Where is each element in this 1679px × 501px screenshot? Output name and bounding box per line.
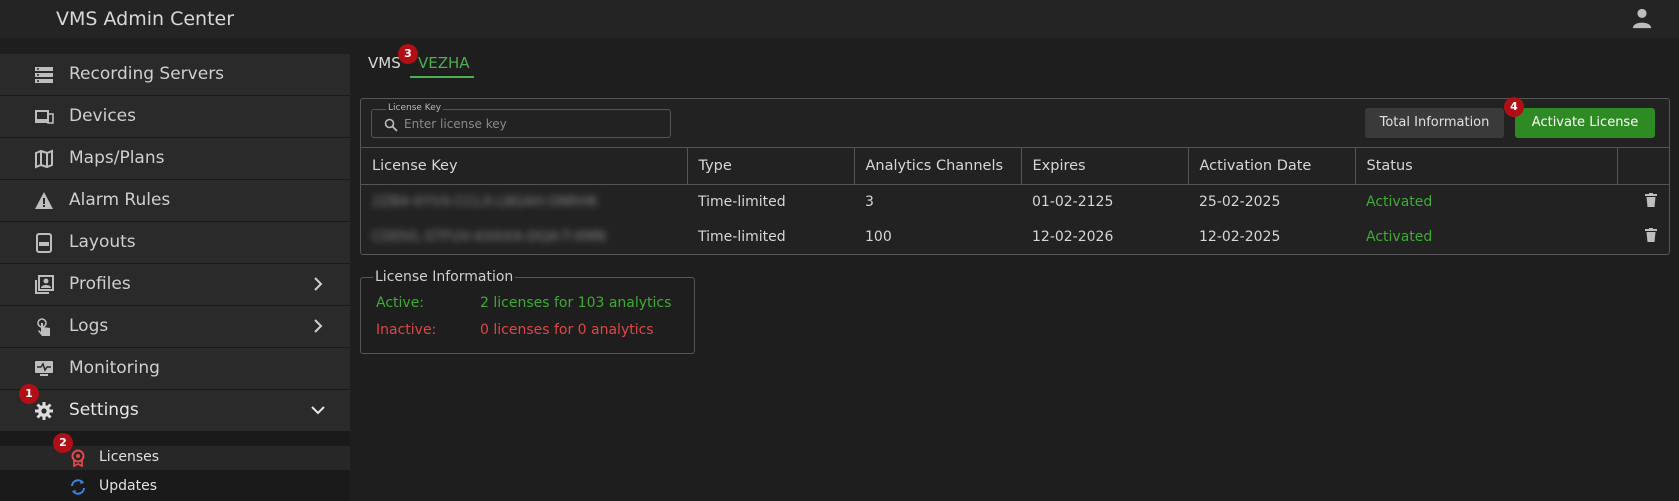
total-information-button[interactable]: Total Information	[1365, 108, 1504, 138]
search-legend: License Key	[386, 103, 444, 113]
activate-license-button[interactable]: Activate License	[1515, 108, 1655, 138]
column-header[interactable]: Expires	[1021, 147, 1189, 185]
sidebar-item-settings[interactable]: Settings	[0, 390, 350, 431]
license-key-input[interactable]	[404, 116, 654, 132]
warning-icon	[35, 192, 53, 209]
license-key-cell: 2ZB4-6YVX-CCLX-L8GAH-SNRHK	[372, 194, 598, 211]
column-header[interactable]: Activation Date	[1188, 147, 1356, 185]
channels-cell: 100	[865, 229, 892, 245]
license-information-title: License Information	[373, 269, 516, 285]
table-header-row: License Key Type Analytics Channels Expi…	[361, 147, 1669, 185]
sidebar-item-logs[interactable]: Logs	[0, 306, 350, 347]
top-bar: VMS Admin Center	[0, 0, 1679, 38]
type-cell: Time-limited	[698, 229, 786, 245]
license-panel: License Key Total Information Activate L…	[360, 98, 1670, 255]
sidebar-subitem-label: Licenses	[99, 449, 160, 465]
license-key-cell: CDDVL-STFUV-AXAXA-DQA-T-XMN	[372, 229, 606, 245]
monitor-icon	[35, 361, 53, 376]
map-icon	[35, 149, 53, 169]
tab-vms[interactable]: VMS	[368, 54, 401, 78]
sidebar-item-label: Settings	[69, 400, 139, 420]
devices-icon	[35, 110, 54, 124]
activation-date-cell: 25-02-2025	[1199, 194, 1281, 211]
status-cell: Activated	[1366, 229, 1433, 245]
actions-cell	[1617, 220, 1669, 255]
sidebar-item-label: Devices	[69, 106, 136, 126]
sidebar-subitem-licenses[interactable]: Licenses	[0, 446, 350, 470]
app-title: VMS Admin Center	[56, 8, 235, 30]
channels-cell: 3	[865, 194, 874, 211]
inactive-value: 0 licenses for 0 analytics	[480, 322, 654, 338]
server-icon	[35, 67, 53, 83]
chevron-right-icon[interactable]	[310, 276, 326, 292]
step-badge: 4	[1504, 97, 1524, 117]
user-icon[interactable]	[1631, 7, 1653, 29]
layout-icon	[36, 233, 52, 253]
license-information-box: License Information Active: 2 licenses f…	[360, 269, 695, 354]
table-row: CDDVL-STFUV-AXAXA-DQA-T-XMN Time-limited…	[361, 220, 1669, 255]
chevron-right-icon[interactable]	[310, 318, 326, 334]
sidebar-item-maps-plans[interactable]: Maps/Plans	[0, 138, 350, 179]
sidebar-item-label: Profiles	[69, 274, 131, 294]
sidebar-item-recording-servers[interactable]: Recording Servers	[0, 54, 350, 95]
chevron-down-icon[interactable]	[310, 402, 326, 418]
search-icon	[384, 118, 398, 132]
activation-date-cell: 12-02-2025	[1199, 229, 1281, 245]
refresh-icon	[71, 479, 85, 495]
sidebar-subitem-label: Updates	[99, 478, 157, 494]
active-label: Active:	[376, 295, 425, 311]
trash-icon[interactable]	[1645, 193, 1657, 208]
column-header[interactable]: Type	[687, 147, 855, 185]
license-search-box[interactable]: License Key	[371, 103, 671, 138]
column-header[interactable]: Status	[1355, 147, 1618, 185]
sidebar-item-label: Layouts	[69, 232, 136, 252]
expires-cell: 01-02-2125	[1032, 194, 1114, 211]
sidebar-item-alarm-rules[interactable]: Alarm Rules	[0, 180, 350, 221]
column-header	[1617, 147, 1669, 185]
profile-icon	[35, 275, 54, 294]
step-badge: 1	[19, 384, 39, 404]
sidebar-item-devices[interactable]: Devices	[0, 96, 350, 137]
expires-cell: 12-02-2026	[1032, 229, 1114, 245]
sidebar-item-monitoring[interactable]: Monitoring	[0, 348, 350, 389]
sidebar-subitem-updates[interactable]: Updates	[0, 475, 350, 499]
sidebar: Recording Servers Devices Maps/Plans Ala…	[0, 54, 350, 501]
sidebar-item-profiles[interactable]: Profiles	[0, 264, 350, 305]
table-row: 2ZB4-6YVX-CCLX-L8GAH-SNRHK Time-limited …	[361, 185, 1669, 220]
tab-vezha[interactable]: VEZHA	[410, 54, 474, 78]
step-badge: 2	[53, 433, 73, 453]
column-header[interactable]: Analytics Channels	[854, 147, 1022, 185]
sidebar-item-label: Monitoring	[69, 358, 160, 378]
sidebar-item-label: Alarm Rules	[69, 190, 171, 210]
touch-icon	[37, 318, 50, 336]
trash-icon[interactable]	[1645, 228, 1657, 242]
sidebar-item-label: Maps/Plans	[69, 148, 165, 168]
award-icon	[71, 449, 85, 467]
actions-cell	[1617, 185, 1669, 220]
type-cell: Time-limited	[698, 194, 786, 211]
gear-icon	[35, 402, 53, 420]
sidebar-item-label: Recording Servers	[69, 64, 225, 84]
sidebar-item-layouts[interactable]: Layouts	[0, 222, 350, 263]
inactive-label: Inactive:	[376, 322, 437, 338]
sidebar-item-label: Logs	[69, 316, 109, 336]
active-value: 2 licenses for 103 analytics	[480, 295, 672, 311]
step-badge: 3	[398, 44, 418, 64]
license-table: License Key Type Analytics Channels Expi…	[361, 147, 1669, 255]
status-cell: Activated	[1366, 194, 1433, 211]
column-header[interactable]: License Key	[361, 147, 688, 185]
